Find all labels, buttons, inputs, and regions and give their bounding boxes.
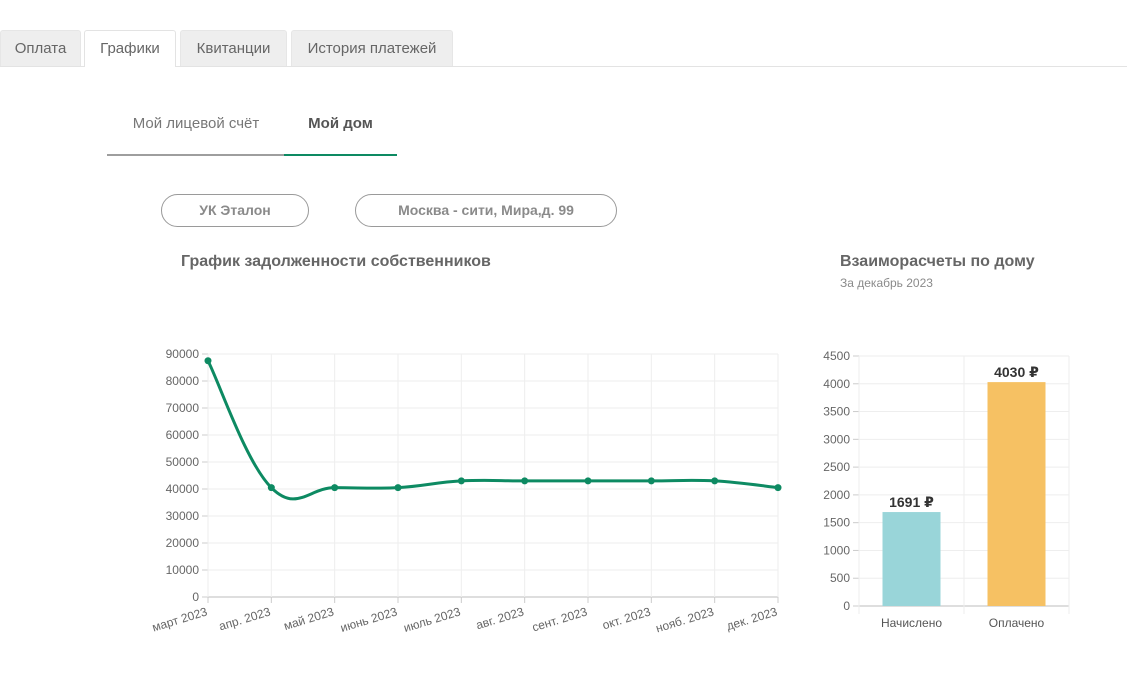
- y-tick-label: 10000: [166, 563, 200, 577]
- data-point: [204, 357, 212, 365]
- x-tick-label: дек. 2023: [725, 604, 779, 633]
- x-tick-label: май 2023: [282, 604, 336, 633]
- data-point: [267, 484, 275, 492]
- subtab-my-account[interactable]: Мой лицевой счёт: [107, 96, 285, 156]
- bar-value-label: 1691 ₽: [889, 494, 934, 510]
- y-tick-label: 1000: [823, 543, 850, 557]
- y-tick-label: 80000: [166, 374, 200, 388]
- tab-payment[interactable]: Оплата: [0, 30, 81, 66]
- bar-value-label: 4030 ₽: [994, 364, 1039, 380]
- y-tick-label: 4000: [823, 377, 850, 391]
- data-point: [331, 484, 339, 492]
- data-point: [711, 477, 719, 485]
- top-tab-bar: Оплата Графики Квитанции История платеже…: [0, 30, 1127, 67]
- y-tick-label: 0: [843, 599, 850, 613]
- y-tick-label: 40000: [166, 482, 200, 496]
- debt-chart-title: График задолженности собственников: [181, 253, 491, 270]
- bar: [882, 512, 941, 606]
- x-tick-label: июль 2023: [402, 604, 463, 635]
- subtab-underline: [107, 154, 285, 156]
- data-point: [457, 477, 465, 485]
- x-tick-label: апр. 2023: [217, 604, 272, 633]
- y-tick-label: 2500: [823, 460, 850, 474]
- x-tick-label: сент. 2023: [530, 604, 589, 634]
- y-tick-label: 90000: [166, 347, 200, 361]
- settlements-chart-period: За декабрь 2023: [840, 276, 933, 290]
- data-point: [394, 484, 402, 492]
- x-category-label: Начислено: [881, 616, 942, 630]
- x-tick-label: авг. 2023: [474, 604, 526, 632]
- tab-payment-history[interactable]: История платежей: [291, 30, 453, 66]
- y-tick-label: 30000: [166, 509, 200, 523]
- x-tick-label: июнь 2023: [339, 604, 399, 635]
- x-tick-label: окт. 2023: [601, 604, 653, 632]
- subtab-active-indicator: [284, 154, 397, 156]
- x-tick-label: март 2023: [150, 604, 209, 634]
- y-tick-label: 2000: [823, 488, 850, 502]
- settlements-chart-title: Взаиморасчеты по дому: [840, 253, 1035, 270]
- y-tick-label: 60000: [166, 428, 200, 442]
- data-point: [584, 477, 592, 485]
- y-tick-label: 4500: [823, 349, 850, 363]
- y-tick-label: 500: [830, 571, 850, 585]
- x-category-label: Оплачено: [989, 616, 1045, 630]
- tab-receipts[interactable]: Квитанции: [180, 30, 287, 66]
- data-point: [521, 477, 529, 485]
- y-tick-label: 50000: [166, 455, 200, 469]
- data-point: [774, 484, 782, 492]
- y-tick-label: 70000: [166, 401, 200, 415]
- data-point: [647, 477, 655, 485]
- debt-line-chart: 0 10000 20000 30000 40000 50000 60000 70000 8000…: [150, 347, 782, 635]
- x-tick-label: нояб. 2023: [654, 604, 716, 635]
- bar: [987, 382, 1046, 606]
- tab-charts[interactable]: Графики: [84, 30, 176, 67]
- y-tick-label: 0: [192, 590, 199, 604]
- settlements-bar-chart: 0 500 1000 1500 2000 2500 3000 3500 4000 4500 1691…: [823, 349, 1070, 630]
- y-tick-label: 1500: [823, 516, 850, 530]
- company-selector[interactable]: УК Эталон: [161, 194, 309, 227]
- address-selector[interactable]: Москва - сити, Мира,д. 99: [355, 194, 617, 227]
- subtab-my-house[interactable]: Мой дом: [284, 96, 397, 156]
- y-tick-label: 3500: [823, 405, 850, 419]
- y-tick-label: 20000: [166, 536, 200, 550]
- y-tick-label: 3000: [823, 432, 850, 446]
